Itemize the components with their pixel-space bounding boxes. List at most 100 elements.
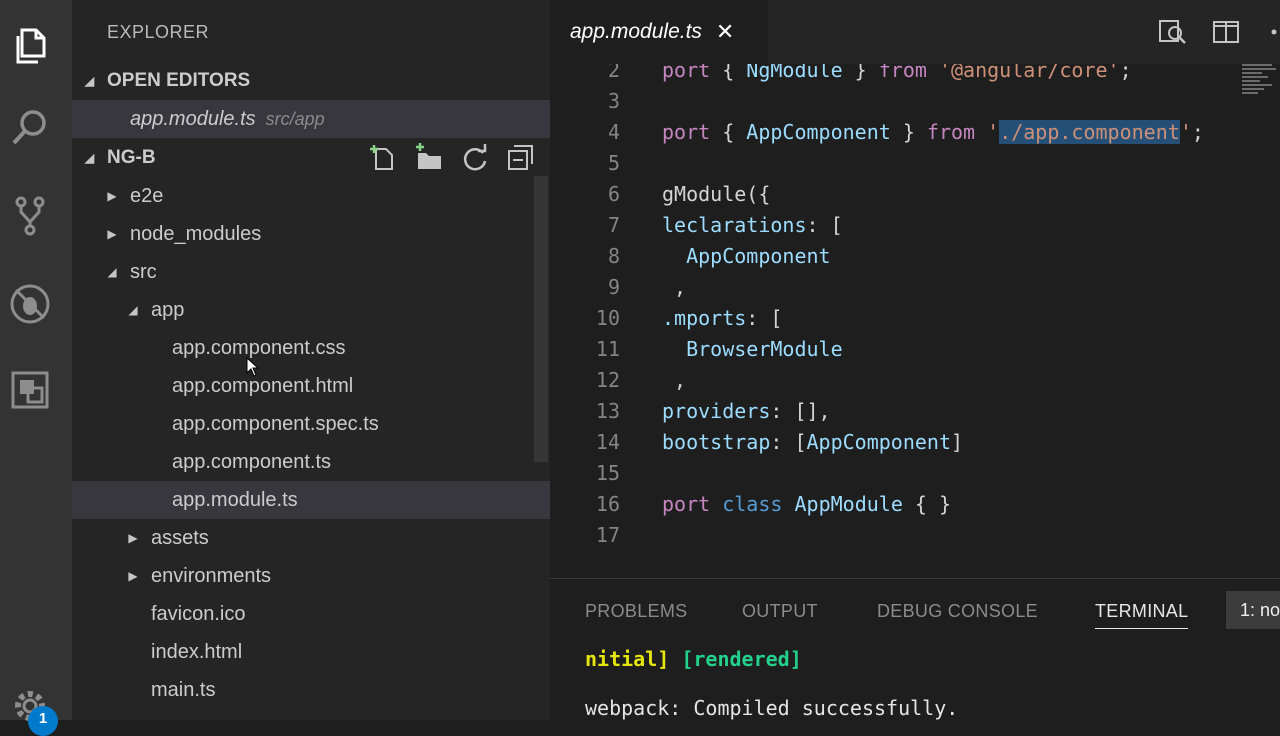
- tree-item-label: main.ts: [151, 678, 216, 701]
- project-actions: [366, 139, 538, 177]
- code-line[interactable]: 3: [550, 86, 1240, 117]
- tree-item-label: app.component.ts: [172, 450, 331, 473]
- explorer-title: EXPLORER: [107, 22, 210, 42]
- open-changes-icon[interactable]: [1156, 16, 1188, 53]
- terminal-text: nitial]: [585, 647, 670, 671]
- tree-item-favicon[interactable]: favicon.ico: [72, 595, 532, 633]
- project-header[interactable]: ◢ NG-B: [72, 139, 550, 177]
- code-line[interactable]: 9 ,: [550, 272, 1240, 303]
- tree-item-label: node_modules: [130, 222, 262, 245]
- debug-icon[interactable]: [6, 280, 54, 328]
- tree-item-app-module-ts[interactable]: app.module.ts: [72, 481, 550, 519]
- tree-item-index-html[interactable]: index.html: [72, 633, 532, 671]
- new-folder-icon[interactable]: [412, 141, 446, 175]
- terminal-line-2: webpack: Compiled successfully.: [585, 696, 959, 720]
- code-line[interactable]: 16 port class AppModule { }: [550, 489, 1240, 520]
- chevron-right-icon: ▶: [128, 569, 138, 583]
- line-number: 9: [607, 275, 620, 299]
- line-number: 12: [595, 368, 620, 392]
- chevron-down-icon: ◢: [128, 303, 138, 317]
- code-line[interactable]: 15: [550, 458, 1240, 489]
- tree-item-main-ts[interactable]: main.ts: [72, 671, 532, 709]
- more-actions-icon[interactable]: [1264, 16, 1280, 53]
- code-text: AppComponent: [686, 244, 831, 268]
- tree-item-label: app.module.ts: [172, 488, 298, 511]
- code-line[interactable]: 10 .mports: [: [550, 303, 1240, 334]
- source-control-icon[interactable]: [6, 192, 54, 240]
- tree-item-app[interactable]: ◢ app: [72, 291, 532, 329]
- line-number: 13: [595, 399, 620, 423]
- code-editor[interactable]: 2 port { NgModule } from '@angular/core';…: [550, 64, 1280, 578]
- tree-item-label: app: [151, 298, 185, 321]
- tab-output[interactable]: OUTPUT: [742, 601, 818, 622]
- code-text: port { AppComponent } from './app.compon…: [662, 120, 1204, 144]
- minimap[interactable]: [1242, 64, 1280, 104]
- code-line[interactable]: 7 leclarations: [: [550, 210, 1240, 241]
- tree-item-label: e2e: [130, 184, 164, 207]
- chevron-down-icon: ◢: [107, 265, 117, 279]
- line-number: 17: [595, 523, 620, 547]
- code-line[interactable]: 4 port { AppComponent } from './app.compo…: [550, 117, 1240, 148]
- explorer-sidebar: EXPLORER ◢ OPEN EDITORS app.module.ts sr…: [72, 0, 550, 720]
- tree-item-assets[interactable]: ▶ assets: [72, 519, 532, 557]
- tree-item-node-modules[interactable]: ▶ node_modules: [72, 215, 532, 253]
- line-number: 14: [595, 430, 620, 454]
- sidebar-scrollbar[interactable]: [534, 176, 548, 462]
- mouse-cursor-icon: [246, 357, 260, 377]
- tab-label: app.module.ts: [570, 20, 702, 43]
- new-file-icon[interactable]: [366, 141, 400, 175]
- tree-item-label: environments: [151, 564, 272, 587]
- bottom-panel: PROBLEMS OUTPUT DEBUG CONSOLE TERMINAL 1…: [550, 578, 1280, 721]
- activity-bar: 1: [0, 0, 72, 736]
- code-line[interactable]: 13 providers: [],: [550, 396, 1240, 427]
- collapse-all-icon[interactable]: [504, 141, 538, 175]
- code-line[interactable]: 11 BrowserModule: [550, 334, 1240, 365]
- line-number: 6: [607, 182, 620, 206]
- open-editor-name: app.module.ts: [130, 107, 256, 130]
- tree-item-label: src: [130, 260, 157, 283]
- code-line[interactable]: 8 AppComponent: [550, 241, 1240, 272]
- code-text: .mports: [: [662, 306, 783, 330]
- code-line[interactable]: 12 ,: [550, 365, 1240, 396]
- tree-item-e2e[interactable]: ▶ e2e: [72, 177, 532, 215]
- line-number: 5: [607, 151, 620, 175]
- code-text: ,: [662, 368, 687, 392]
- code-text: ,: [662, 275, 687, 299]
- code-line[interactable]: 17: [550, 520, 1240, 551]
- tab-app-module[interactable]: app.module.ts ✕: [550, 0, 768, 64]
- search-icon[interactable]: [6, 104, 54, 152]
- terminal-text: [rendered]: [681, 647, 802, 671]
- refresh-icon[interactable]: [458, 141, 492, 175]
- open-editors-header[interactable]: ◢ OPEN EDITORS: [72, 62, 550, 100]
- tree-item-app-component-spec-ts[interactable]: app.component.spec.ts: [72, 405, 532, 443]
- tree-item-app-component-html[interactable]: app.component.html: [72, 367, 532, 405]
- terminal-select[interactable]: 1: no: [1226, 591, 1280, 629]
- files-icon[interactable]: [6, 22, 54, 70]
- tab-debug-console[interactable]: DEBUG CONSOLE: [877, 601, 1038, 622]
- code-line[interactable]: 14 bootstrap: [AppComponent]: [550, 427, 1240, 458]
- tab-terminal[interactable]: TERMINAL: [1095, 601, 1189, 629]
- line-number: 10: [595, 306, 620, 330]
- code-text: gModule({: [662, 182, 771, 206]
- line-number: 11: [595, 337, 620, 361]
- tree-item-app-component-ts[interactable]: app.component.ts: [72, 443, 532, 481]
- tree-item-src[interactable]: ◢ src: [72, 253, 532, 291]
- notification-badge: 1: [28, 706, 58, 736]
- code-text: bootstrap: [AppComponent]: [662, 430, 964, 454]
- extensions-icon[interactable]: [6, 366, 54, 414]
- code-text: port class AppModule { }: [662, 492, 952, 516]
- open-editor-item[interactable]: app.module.ts src/app: [72, 100, 550, 138]
- chevron-right-icon: ▶: [107, 189, 117, 203]
- code-line[interactable]: 2 port { NgModule } from '@angular/core';: [550, 64, 1240, 86]
- tab-problems[interactable]: PROBLEMS: [585, 601, 687, 622]
- tree-item-environments[interactable]: ▶ environments: [72, 557, 532, 595]
- code-text: port { NgModule } from '@angular/core';: [662, 64, 1132, 82]
- line-number: 8: [607, 244, 620, 268]
- project-label: NG-B: [107, 147, 156, 168]
- split-editor-icon[interactable]: [1210, 16, 1242, 53]
- close-icon[interactable]: ✕: [716, 19, 734, 45]
- code-line[interactable]: 5: [550, 148, 1240, 179]
- code-line[interactable]: 6 gModule({: [550, 179, 1240, 210]
- tree-item-app-component-css[interactable]: app.component.css: [72, 329, 532, 367]
- line-number: 15: [595, 461, 620, 485]
